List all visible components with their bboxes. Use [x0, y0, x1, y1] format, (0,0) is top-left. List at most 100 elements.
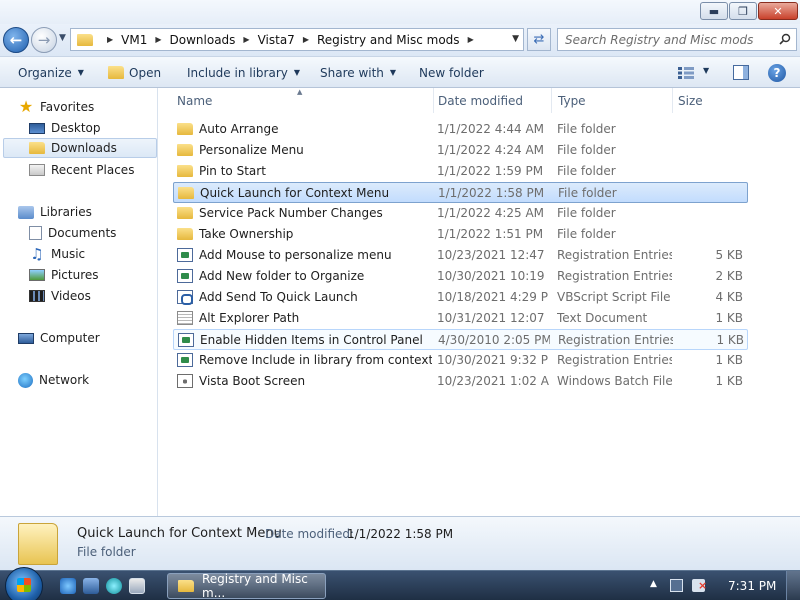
show-desktop-button[interactable] [786, 571, 800, 600]
include-in-library-button[interactable]: Include in library ▼ [187, 57, 300, 88]
file-type: VBScript Script File [557, 290, 671, 304]
breadcrumb-vm1[interactable]: VM1 [121, 33, 147, 47]
forward-button[interactable]: → [31, 27, 57, 53]
file-name-cell: Enable Hidden Items in Control Panel [178, 330, 433, 350]
share-with-button[interactable]: Share with ▼ [320, 57, 396, 88]
open-button[interactable]: Open [108, 57, 161, 88]
file-row[interactable]: Auto Arrange 1/1/2022 4:44 AM File folder [173, 119, 748, 140]
file-row[interactable]: Add Send To Quick Launch 10/18/2021 4:29 … [173, 287, 748, 308]
file-date-modified: 1/1/2022 1:58 PM [438, 186, 545, 200]
file-name-cell: Auto Arrange [177, 119, 432, 139]
breadcrumb-separator-icon[interactable]: ▶ [303, 35, 309, 44]
show-hidden-icons-icon[interactable]: ▲ [650, 579, 657, 589]
breadcrumb-downloads[interactable]: Downloads [170, 33, 236, 47]
file-size [674, 183, 744, 203]
minimize-button[interactable]: ▬ [700, 2, 728, 20]
nav-label: Videos [51, 289, 91, 303]
nav-desktop[interactable]: Desktop [29, 118, 101, 138]
folder-icon [177, 123, 193, 135]
folder-icon [177, 165, 193, 177]
file-row[interactable]: Pin to Start 1/1/2022 1:59 PM File folder [173, 161, 748, 182]
address-bar[interactable]: ▶ VM1 ▶ Downloads ▶ Vista7 ▶ Registry an… [70, 28, 524, 51]
view-options-dropdown[interactable]: ▼ [703, 66, 709, 75]
details-date-label: Date modified: [265, 527, 355, 541]
breadcrumb-separator-icon[interactable]: ▶ [107, 35, 113, 44]
change-view-icon[interactable] [678, 67, 694, 79]
breadcrumb-separator-icon[interactable]: ▶ [468, 35, 474, 44]
details-date-value: 1/1/2022 1:58 PM [347, 527, 454, 541]
back-button[interactable]: ← [3, 27, 29, 53]
organize-button[interactable]: Organize ▼ [18, 57, 84, 88]
file-size: 1 KB [715, 311, 743, 325]
file-name: Enable Hidden Items in Control Panel [200, 333, 423, 347]
column-header-label: Date modified [438, 93, 524, 108]
folder-icon [177, 207, 193, 219]
address-history-dropdown[interactable]: ▼ [512, 34, 519, 44]
nav-libraries[interactable]: Libraries [18, 202, 92, 222]
nav-videos[interactable]: Videos [29, 286, 91, 306]
close-button[interactable]: ✕ [758, 2, 798, 20]
start-button[interactable] [5, 567, 43, 600]
refresh-button[interactable]: ⇄ [527, 28, 551, 51]
show-desktop-icon[interactable] [83, 578, 99, 594]
search-input[interactable] [565, 32, 770, 47]
new-folder-button[interactable]: New folder [419, 57, 484, 88]
nav-computer[interactable]: Computer [18, 328, 100, 348]
file-name-cell: Personalize Menu [177, 140, 432, 160]
file-name: Alt Explorer Path [199, 311, 300, 325]
new-folder-label: New folder [419, 65, 484, 80]
nav-network[interactable]: Network [18, 370, 89, 390]
column-header-size[interactable]: Size [673, 88, 743, 113]
share-with-label: Share with [320, 65, 384, 80]
file-row[interactable]: Personalize Menu 1/1/2022 4:24 AM File fol… [173, 140, 748, 161]
nav-label: Documents [48, 226, 117, 240]
taskbar-explorer-window[interactable]: Registry and Misc m... [167, 572, 326, 600]
breadcrumb-separator-icon[interactable]: ▶ [243, 35, 249, 44]
file-row[interactable]: Enable Hidden Items in Control Panel 4/30… [173, 329, 748, 350]
network-status-icon[interactable] [670, 579, 683, 592]
preview-pane-icon[interactable] [733, 65, 749, 80]
file-row[interactable]: Vista Boot Screen 10/23/2021 1:02 AM Windo… [173, 371, 748, 392]
breadcrumb-registry-and-misc-mods[interactable]: Registry and Misc mods [317, 33, 460, 47]
file-name: Take Ownership [199, 227, 294, 241]
volume-muted-icon[interactable] [692, 579, 707, 592]
breadcrumb-separator-icon[interactable]: ▶ [155, 35, 161, 44]
file-type: Windows Batch File [557, 374, 672, 388]
nav-favorites[interactable]: ★ Favorites [18, 97, 94, 117]
file-row[interactable]: Quick Launch for Context Menu 1/1/2022 1:… [173, 182, 748, 203]
file-row[interactable]: Add Mouse to personalize menu 10/23/2021 … [173, 245, 748, 266]
internet-explorer-icon[interactable] [60, 578, 76, 594]
desktop-icon [29, 122, 45, 134]
column-header-date-modified[interactable]: Date modified [433, 88, 552, 113]
folder-icon [178, 580, 194, 592]
column-header-name[interactable]: Name [172, 88, 434, 113]
nav-music[interactable]: ♫ Music [29, 244, 85, 264]
file-row[interactable]: Service Pack Number Changes 1/1/2022 4:25… [173, 203, 748, 224]
clock[interactable]: 7:31 PM [728, 579, 776, 593]
file-row[interactable]: Remove Include in library from context .… [173, 350, 748, 371]
search-icon[interactable] [779, 33, 791, 45]
media-player-icon[interactable] [106, 578, 122, 594]
file-row[interactable]: Take Ownership 1/1/2022 1:51 PM File folde… [173, 224, 748, 245]
file-name-cell: Add Send To Quick Launch [177, 287, 432, 307]
file-row[interactable]: Add New folder to Organize 10/30/2021 10:… [173, 266, 748, 287]
search-box[interactable] [557, 28, 797, 51]
window-titlebar[interactable]: ▬ ❐ ✕ [0, 0, 800, 24]
nav-documents[interactable]: Documents [29, 223, 116, 243]
window-switcher-icon[interactable] [129, 578, 145, 594]
nav-recent-places[interactable]: Recent Places [29, 160, 134, 180]
folder-icon [77, 33, 93, 46]
column-header-type[interactable]: Type [553, 88, 673, 113]
file-date-modified: 10/18/2021 4:29 PM [437, 290, 549, 304]
taskbar-task-label: Registry and Misc m... [202, 572, 308, 600]
file-row[interactable]: Alt Explorer Path 10/31/2021 12:07 ... Tex… [173, 308, 748, 329]
nav-downloads[interactable]: Downloads [3, 138, 157, 158]
maximize-button[interactable]: ❐ [729, 2, 757, 20]
command-bar: Organize ▼ Open Include in library ▼ Sha… [0, 56, 800, 88]
breadcrumb-vista7[interactable]: Vista7 [258, 33, 295, 47]
recent-pages-dropdown[interactable]: ▼ [59, 33, 66, 43]
videos-icon [29, 290, 45, 302]
help-icon[interactable]: ? [768, 64, 786, 82]
nav-pictures[interactable]: Pictures [29, 265, 99, 285]
libraries-icon [18, 205, 34, 219]
